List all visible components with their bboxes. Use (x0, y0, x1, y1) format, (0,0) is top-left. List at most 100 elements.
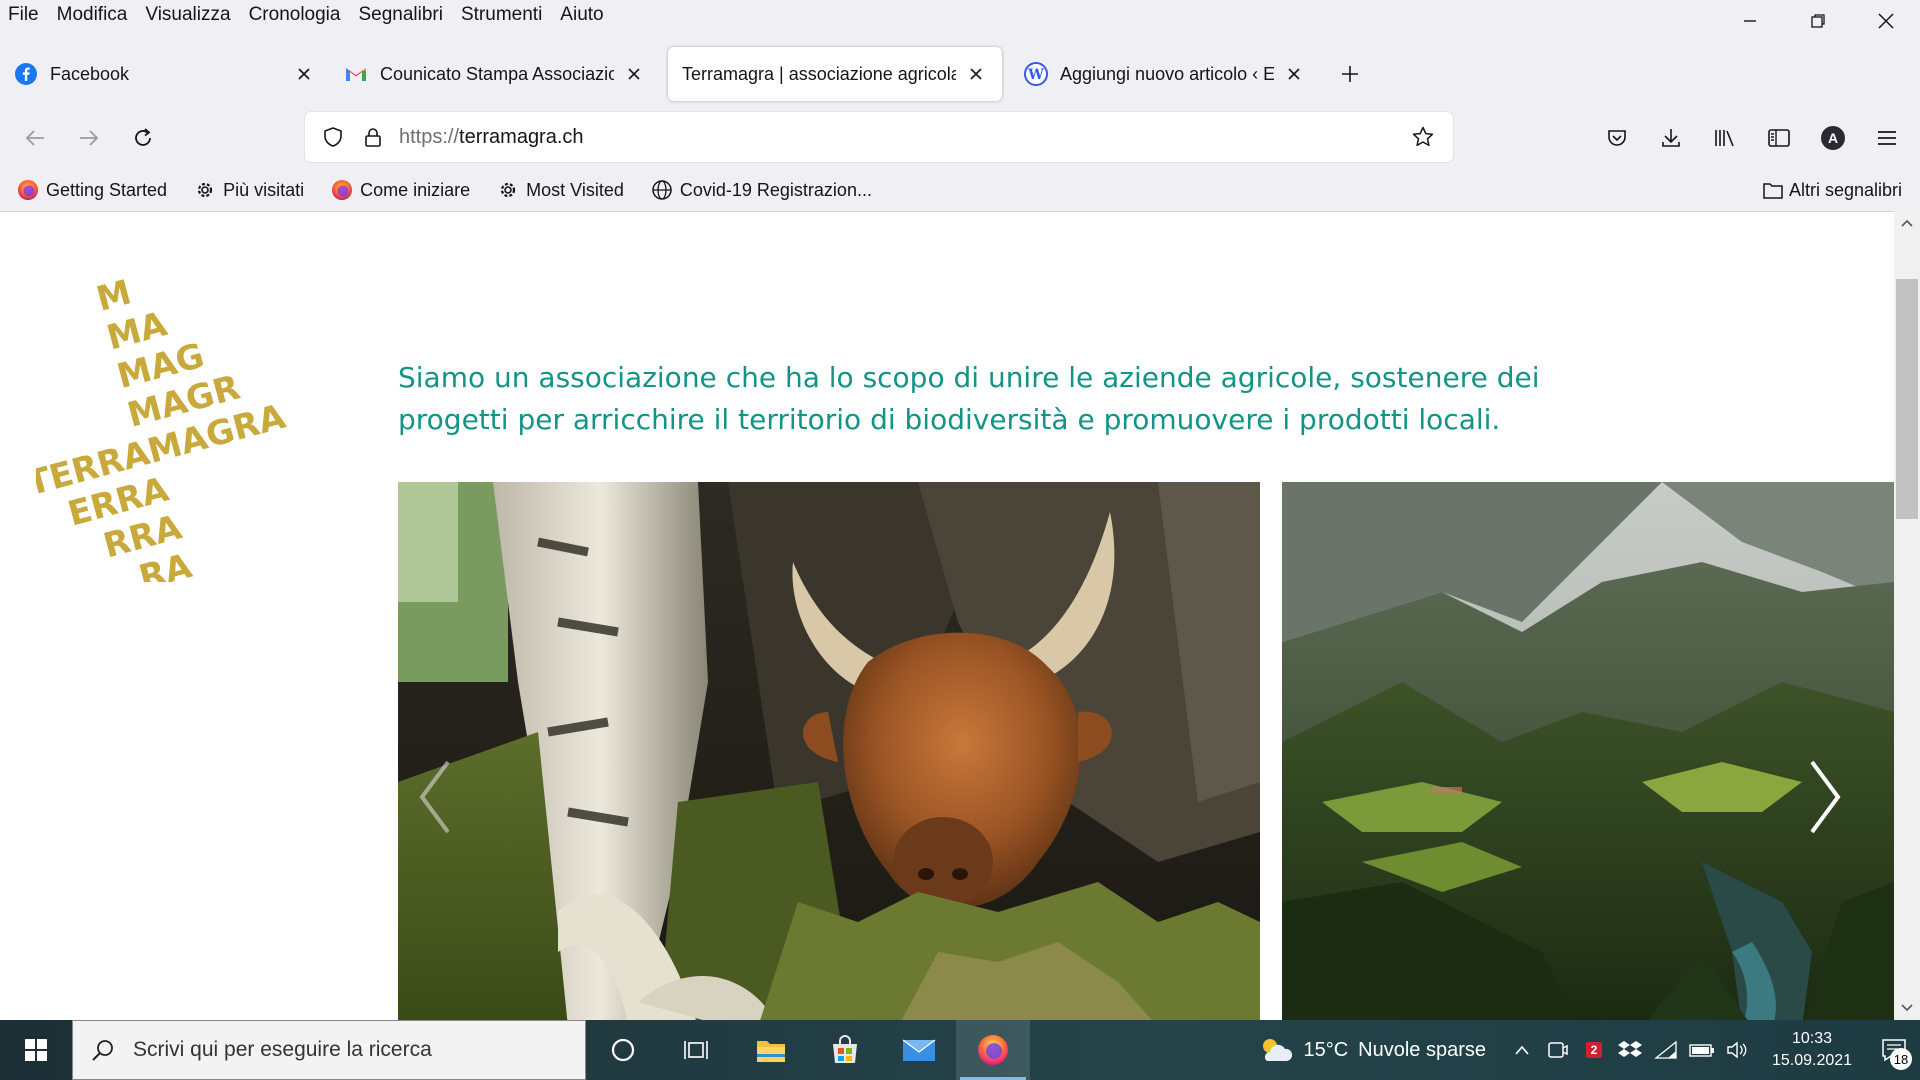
bookmark-getting-started[interactable]: Getting Started (0, 174, 177, 206)
slide-highland-cow[interactable] (398, 482, 1260, 1020)
taskbar-search-input[interactable]: Scrivi qui per eseguire la ricerca (72, 1020, 586, 1080)
sidebar-button[interactable] (1752, 116, 1806, 160)
wordpress-icon: W (1024, 62, 1048, 86)
menu-visualizza[interactable]: Visualizza (136, 4, 239, 26)
bookmark-most-visited[interactable]: Most Visited (480, 174, 634, 206)
bookmark-label: Getting Started (46, 179, 168, 200)
close-icon (298, 68, 310, 80)
terramagra-logo[interactable]: M MA MAG MAGR TERRAMAGRA ERRA RRA RA A (36, 252, 356, 582)
highland-cow-image (398, 482, 1260, 1020)
bookmark-come-iniziare[interactable]: Come iniziare (314, 174, 480, 206)
menu-aiuto[interactable]: Aiuto (551, 4, 612, 26)
page-scrollbar[interactable] (1894, 211, 1920, 1020)
dropbox-icon (1618, 1041, 1642, 1057)
task-view-button[interactable] (660, 1020, 734, 1080)
url-host: terramagra.ch (459, 125, 584, 148)
tab-terramagra[interactable]: Terramagra | associazione agricola (668, 47, 1002, 101)
pocket-button[interactable] (1590, 116, 1644, 160)
scroll-up-button[interactable] (1894, 211, 1920, 235)
reload-button[interactable] (116, 116, 170, 160)
account-button[interactable]: A (1806, 116, 1860, 160)
new-tab-button[interactable] (1330, 54, 1370, 94)
mail-button[interactable] (882, 1020, 956, 1080)
tab-strip: Facebook Counicato Stampa Associazione T… (0, 44, 1920, 104)
bookmark-star-button[interactable] (1403, 117, 1443, 157)
minimize-button[interactable] (1716, 0, 1784, 42)
system-tray: 15°C Nuvole sparse 2 10:33 15.09.2021 18 (1257, 1020, 1920, 1080)
folder-icon (1761, 178, 1785, 202)
close-icon (1878, 13, 1894, 29)
tab-close-button[interactable] (964, 62, 988, 86)
tab-title: Terramagra | associazione agricola (682, 63, 956, 84)
tab-gmail[interactable]: Counicato Stampa Associazione (330, 47, 660, 101)
taskbar-clock[interactable]: 10:33 15.09.2021 (1764, 1028, 1860, 1072)
url-text[interactable]: https://terramagra.ch (399, 126, 584, 149)
bookmark-covid-registrazione[interactable]: Covid-19 Registrazion... (634, 174, 882, 206)
update-notification-button[interactable]: 2 (1576, 1020, 1612, 1080)
cortana-button[interactable] (586, 1020, 660, 1080)
forward-button[interactable] (62, 116, 116, 160)
slide-mountain-valley[interactable] (1282, 482, 1894, 1020)
circle-icon (611, 1038, 635, 1062)
slider-prev-button[interactable] (410, 752, 460, 842)
lock-icon[interactable] (353, 117, 393, 157)
other-bookmarks-label: Altri segnalibri (1788, 179, 1902, 200)
scroll-thumb[interactable] (1896, 279, 1918, 519)
wifi-icon (1654, 1040, 1677, 1059)
battery-button[interactable] (1684, 1020, 1720, 1080)
file-explorer-button[interactable] (734, 1020, 808, 1080)
tab-close-button[interactable] (622, 62, 646, 86)
tab-facebook[interactable]: Facebook (0, 47, 330, 101)
back-button[interactable] (8, 116, 62, 160)
close-icon (628, 68, 640, 80)
close-icon (1288, 68, 1300, 80)
windows-taskbar: Scrivi qui per eseguire la ricerca 15°C … (0, 1020, 1920, 1080)
show-hidden-icons-button[interactable] (1504, 1020, 1540, 1080)
meet-now-button[interactable] (1540, 1020, 1576, 1080)
firefox-taskbar-button[interactable] (956, 1020, 1030, 1080)
bookmark-label: Covid-19 Registrazion... (679, 179, 872, 200)
mail-icon (902, 1039, 936, 1061)
scroll-down-button[interactable] (1894, 996, 1920, 1020)
dropbox-button[interactable] (1612, 1020, 1648, 1080)
web-content: M MA MAG MAGR TERRAMAGRA ERRA RRA RA A S… (0, 211, 1894, 1020)
address-bar[interactable]: https://terramagra.ch (305, 112, 1453, 162)
volume-button[interactable] (1720, 1020, 1756, 1080)
start-button[interactable] (0, 1020, 72, 1080)
search-icon (73, 1038, 133, 1062)
bookmark-piu-visitati[interactable]: Più visitati (177, 174, 314, 206)
tab-wordpress[interactable]: W Aggiungi nuovo articolo ‹ ETiCir (1010, 47, 1320, 101)
slider-next-button[interactable] (1800, 752, 1850, 842)
arrow-right-icon (80, 130, 99, 146)
update-badge-count: 2 (1590, 1043, 1598, 1057)
library-icon (1715, 130, 1734, 147)
other-bookmarks[interactable]: Altri segnalibri (1761, 172, 1902, 208)
window-controls (1716, 0, 1920, 42)
close-window-button[interactable] (1852, 0, 1920, 42)
menu-segnalibri[interactable]: Segnalibri (349, 4, 452, 26)
arrow-left-icon (25, 130, 44, 146)
bookmark-label: Most Visited (526, 179, 624, 200)
shield-icon[interactable] (313, 117, 353, 157)
tab-close-button[interactable] (1282, 62, 1306, 86)
menu-bar: File Modifica Visualizza Cronologia Segn… (0, 0, 1920, 30)
weather-widget[interactable]: 15°C Nuvole sparse (1257, 1035, 1486, 1065)
close-icon (970, 68, 982, 80)
microsoft-store-button[interactable] (808, 1020, 882, 1080)
tab-title: Aggiungi nuovo articolo ‹ ETiCir (1060, 63, 1274, 84)
tab-close-button[interactable] (292, 62, 316, 86)
menu-file[interactable]: File (0, 4, 48, 26)
wifi-button[interactable] (1648, 1020, 1684, 1080)
downloads-button[interactable] (1644, 116, 1698, 160)
menu-strumenti[interactable]: Strumenti (452, 4, 551, 26)
library-button[interactable] (1698, 116, 1752, 160)
gmail-icon (344, 62, 368, 86)
restore-icon (1811, 14, 1825, 28)
app-menu-button[interactable] (1860, 116, 1914, 160)
clock-time: 10:33 (1791, 1030, 1833, 1047)
restore-button[interactable] (1784, 0, 1852, 42)
download-icon (1662, 129, 1680, 147)
menu-cronologia[interactable]: Cronologia (240, 4, 350, 26)
action-center-button[interactable]: 18 (1868, 1020, 1920, 1080)
menu-modifica[interactable]: Modifica (48, 4, 137, 26)
